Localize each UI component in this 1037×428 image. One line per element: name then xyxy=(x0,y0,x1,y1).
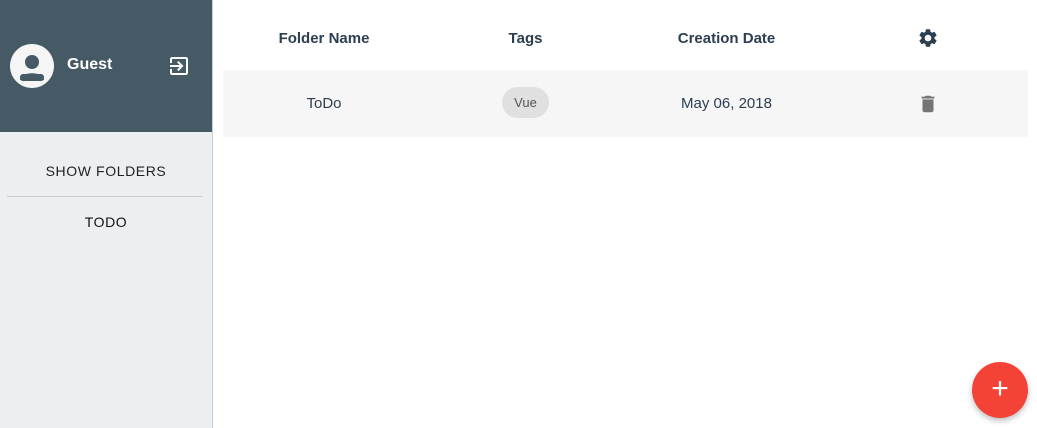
username: Guest xyxy=(67,56,113,73)
sidebar-item-todo[interactable]: TODO xyxy=(0,197,212,247)
column-header-settings xyxy=(827,0,1028,70)
sidebar-item-label: TODO xyxy=(84,214,128,230)
sidebar: Guest SHOW FOLDERS TODO xyxy=(0,0,213,428)
tags-cell: Vue xyxy=(425,70,626,137)
column-header-tags: Tags xyxy=(508,29,543,47)
table-row[interactable]: ToDo Vue May 06, 2018 xyxy=(223,70,1028,137)
user-header: Guest xyxy=(0,0,212,132)
app-root: Guest SHOW FOLDERS TODO Folder Name Tags… xyxy=(0,0,1037,428)
sidebar-nav: SHOW FOLDERS TODO xyxy=(0,132,212,247)
plus-icon: + xyxy=(991,372,1009,405)
column-header-folder-name: Folder Name xyxy=(278,29,370,47)
sidebar-item-label: SHOW FOLDERS xyxy=(45,163,167,179)
logout-button[interactable] xyxy=(167,54,191,78)
settings-button[interactable] xyxy=(917,27,939,49)
exit-to-app-icon xyxy=(170,57,188,75)
avatar xyxy=(10,44,54,88)
table-header: Folder Name Tags Creation Date xyxy=(223,0,1028,70)
actions-cell xyxy=(827,70,1028,137)
sidebar-item-show-folders[interactable]: SHOW FOLDERS xyxy=(0,132,212,196)
trash-icon xyxy=(921,95,934,112)
folder-name-cell: ToDo xyxy=(306,95,342,112)
gear-icon xyxy=(918,29,937,47)
column-header-creation-date: Creation Date xyxy=(677,29,776,47)
folders-table: Folder Name Tags Creation Date ToDo Vue … xyxy=(223,0,1028,137)
delete-button[interactable] xyxy=(917,93,939,115)
tag-chip[interactable]: Vue xyxy=(502,87,549,118)
person-icon xyxy=(10,44,54,88)
add-folder-button[interactable]: + xyxy=(972,362,1028,418)
creation-date-cell: May 06, 2018 xyxy=(681,95,772,112)
